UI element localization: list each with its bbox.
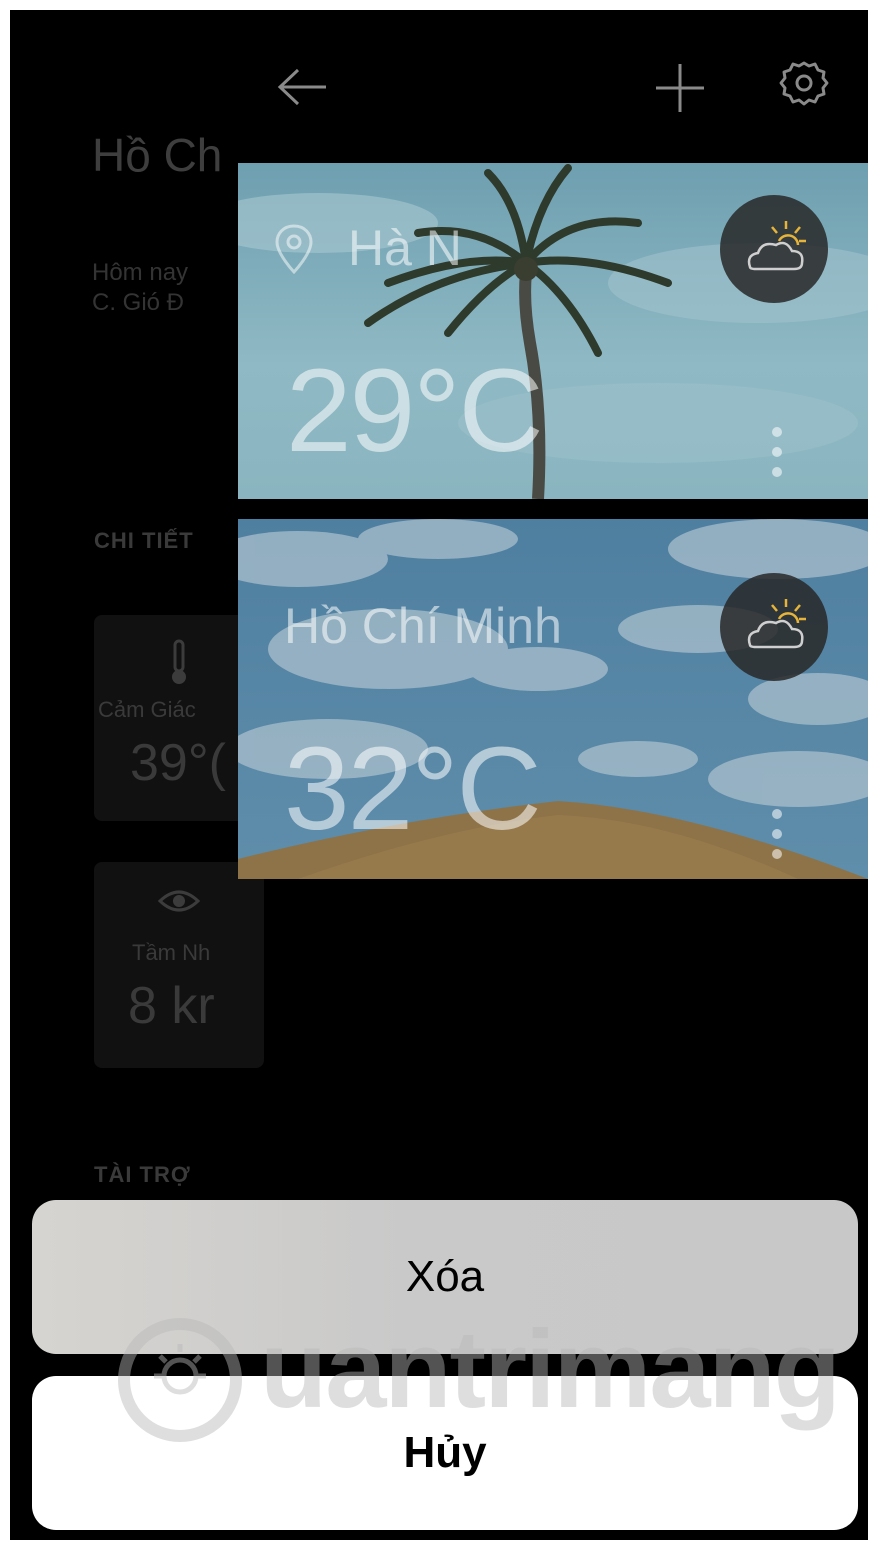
delete-button[interactable]: Xóa	[32, 1200, 858, 1354]
card-more-menu[interactable]	[770, 809, 784, 869]
plus-icon	[656, 64, 704, 112]
partly-cloudy-icon	[720, 573, 828, 681]
location-city-name: Hà N	[348, 220, 462, 276]
screen: Hồ Ch Hôm nay C. Gió Đ CHI TIẾT Cảm Giác…	[10, 10, 868, 1540]
location-list-panel: Hà N 29°C Hồ Chí Minh 32°C	[238, 163, 868, 879]
bg-visibility-value: 8 kr	[128, 977, 215, 1035]
location-temperature: 29°C	[286, 345, 544, 477]
bg-summary-line2: C. Gió Đ	[92, 289, 185, 316]
bg-feels-like-label: Cảm Giác	[98, 697, 196, 722]
back-button[interactable]	[272, 62, 332, 112]
location-card-hanoi[interactable]: Hà N 29°C	[238, 163, 868, 499]
arrow-left-icon	[277, 68, 326, 106]
bg-feels-like-value: 39°(	[130, 734, 226, 792]
bg-summary-line1: Hôm nay	[92, 259, 189, 286]
gear-icon	[779, 61, 829, 106]
bg-sponsor-heading: TÀI TRỢ	[94, 1162, 191, 1187]
bg-details-heading: CHI TIẾT	[94, 528, 194, 553]
cancel-button[interactable]: Hủy	[32, 1376, 858, 1530]
location-pin-icon	[274, 223, 314, 280]
card-more-menu[interactable]	[770, 427, 784, 487]
eye-icon	[94, 886, 264, 921]
location-temperature: 32°C	[284, 723, 542, 855]
bg-visibility-card: Tầm Nh 8 kr	[94, 862, 264, 1068]
location-card-hcm[interactable]: Hồ Chí Minh 32°C	[238, 519, 868, 879]
bg-visibility-label: Tầm Nh	[132, 940, 211, 965]
add-location-button[interactable]	[652, 60, 708, 116]
bg-city-title: Hồ Ch	[92, 129, 223, 181]
settings-button[interactable]	[776, 58, 832, 114]
partly-cloudy-icon	[720, 195, 828, 303]
location-city-name: Hồ Chí Minh	[284, 598, 562, 654]
bg-summary: Hôm nay C. Gió Đ	[92, 258, 188, 318]
